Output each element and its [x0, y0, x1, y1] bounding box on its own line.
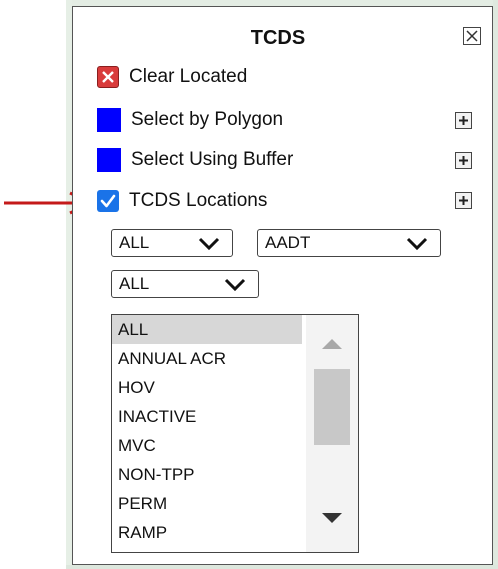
- list-item[interactable]: NON-TPP: [112, 460, 302, 489]
- filter-select-2[interactable]: AADT: [257, 229, 441, 257]
- close-icon: [466, 30, 478, 42]
- map-background-bottom: [66, 565, 498, 569]
- scroll-down-icon[interactable]: [320, 511, 344, 525]
- tcds-panel: TCDS Clear Located Select by Polygon Sel…: [72, 6, 493, 565]
- scroll-thumb[interactable]: [314, 369, 350, 445]
- filter-select-3[interactable]: ALL: [111, 270, 259, 298]
- filter-select-1-value: ALL: [119, 233, 150, 252]
- listbox-items: ALL ANNUAL ACR HOV INACTIVE MVC NON-TPP …: [112, 315, 302, 547]
- plus-icon: [459, 196, 468, 205]
- tcds-locations-expand-button[interactable]: [455, 192, 472, 209]
- plus-icon: [459, 116, 468, 125]
- plus-icon: [459, 156, 468, 165]
- tcds-locations-label: TCDS Locations: [129, 190, 268, 211]
- scroll-up-icon[interactable]: [320, 337, 344, 351]
- panel-title: TCDS: [250, 27, 306, 49]
- list-item[interactable]: HOV: [112, 373, 302, 402]
- list-item[interactable]: PERM: [112, 489, 302, 518]
- select-using-buffer-expand-button[interactable]: [455, 152, 472, 169]
- chevron-down-icon: [198, 237, 220, 251]
- blue-square-icon: [97, 148, 121, 172]
- chevron-down-icon: [406, 237, 428, 251]
- filter-select-1[interactable]: ALL: [111, 229, 233, 257]
- list-item[interactable]: INACTIVE: [112, 402, 302, 431]
- tcds-locations-option[interactable]: TCDS Locations: [97, 188, 267, 214]
- filter-select-3-value: ALL: [119, 274, 150, 293]
- clear-located-button[interactable]: Clear Located: [97, 64, 247, 90]
- select-using-buffer-option[interactable]: Select Using Buffer: [97, 147, 293, 173]
- select-by-polygon-expand-button[interactable]: [455, 112, 472, 129]
- checkbox-checked-icon[interactable]: [97, 190, 119, 212]
- select-by-polygon-label: Select by Polygon: [131, 109, 284, 130]
- filter-select-2-value: AADT: [265, 233, 311, 252]
- list-item[interactable]: ALL: [112, 315, 302, 344]
- chevron-down-icon: [224, 278, 246, 292]
- category-listbox[interactable]: ALL ANNUAL ACR HOV INACTIVE MVC NON-TPP …: [111, 314, 359, 553]
- list-item[interactable]: ANNUAL ACR: [112, 344, 302, 373]
- close-button[interactable]: [463, 27, 481, 45]
- select-by-polygon-option[interactable]: Select by Polygon: [97, 107, 283, 133]
- select-using-buffer-label: Select Using Buffer: [131, 149, 294, 170]
- blue-square-icon: [97, 108, 121, 132]
- clear-located-label: Clear Located: [129, 66, 248, 87]
- listbox-scrollbar[interactable]: [306, 315, 358, 552]
- list-item[interactable]: MVC: [112, 431, 302, 460]
- clear-x-icon: [97, 66, 119, 88]
- list-item[interactable]: RAMP: [112, 518, 302, 547]
- map-background-right: [493, 0, 498, 569]
